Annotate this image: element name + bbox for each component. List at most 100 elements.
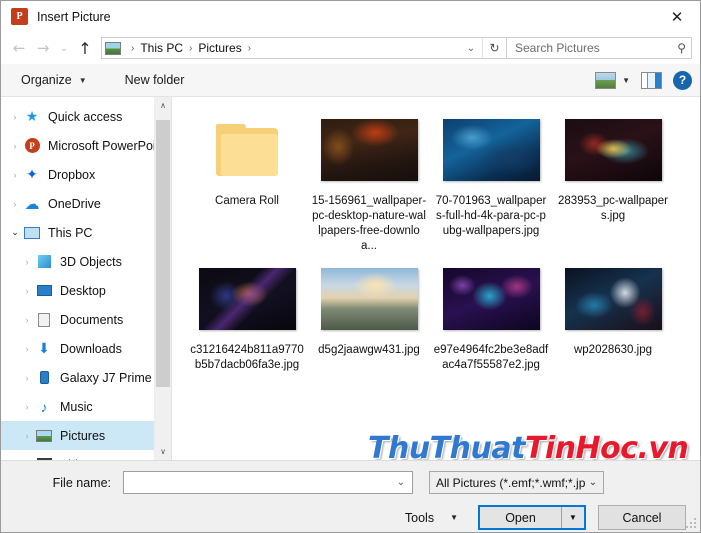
file-thumbnail: [561, 260, 666, 338]
sidebar-item-quick-access[interactable]: › ★ Quick access: [1, 102, 171, 131]
3d-objects-icon: [35, 254, 53, 270]
file-name-label: e97e4964fc2be3e8adfac4a7f55587e2.jpg: [433, 344, 549, 371]
sidebar-scrollbar[interactable]: ∧ ∨: [154, 97, 171, 460]
downloads-icon: ⬇: [38, 340, 50, 356]
file-type-dropdown[interactable]: All Pictures (*.emf;*.wmf;*.jpg;* ⌄: [429, 471, 604, 494]
chevron-right-icon[interactable]: ›: [7, 199, 23, 209]
sidebar-item-label: Documents: [60, 312, 124, 327]
back-button[interactable]: ←: [7, 36, 31, 60]
list-item[interactable]: wp2028630.jpg: [552, 260, 674, 373]
file-name-input[interactable]: ⌄: [123, 471, 413, 494]
chevron-right-icon[interactable]: ›: [19, 257, 35, 267]
chevron-right-icon[interactable]: ›: [19, 431, 35, 441]
search-icon: ⚲: [677, 41, 686, 55]
new-folder-button[interactable]: New folder: [119, 70, 191, 90]
change-view-icon[interactable]: [595, 71, 617, 89]
breadcrumb-item-pictures[interactable]: Pictures: [198, 41, 241, 55]
chevron-right-icon[interactable]: ›: [19, 315, 35, 325]
pictures-icon: [105, 41, 121, 55]
sidebar-item-music[interactable]: › ♪ Music: [1, 392, 171, 421]
chevron-right-icon[interactable]: ›: [19, 373, 35, 383]
sidebar-item-label: Pictures: [60, 428, 106, 443]
close-button[interactable]: ✕: [654, 1, 700, 32]
sidebar-item-pictures[interactable]: › Pictures: [1, 421, 171, 450]
list-item[interactable]: Camera Roll: [186, 111, 308, 254]
file-list[interactable]: Camera Roll 15-156961_wallpaper-pc-deskt…: [172, 97, 700, 460]
list-item[interactable]: 283953_pc-wallpapers.jpg: [552, 111, 674, 254]
sidebar-item-desktop[interactable]: › Desktop: [1, 276, 171, 305]
scrollbar-thumb[interactable]: [156, 120, 170, 387]
sidebar-item-this-pc[interactable]: ⌄ This PC: [1, 218, 171, 247]
list-item[interactable]: 15-156961_wallpaper-pc-desktop-nature-wa…: [308, 111, 430, 254]
sidebar-item-label: Quick access: [48, 109, 123, 124]
refresh-icon[interactable]: ↻: [482, 38, 506, 58]
chevron-right-icon[interactable]: ›: [19, 344, 35, 354]
file-name-label: 15-156961_wallpaper-pc-desktop-nature-wa…: [311, 195, 427, 252]
list-item[interactable]: d5g2jaawgw431.jpg: [308, 260, 430, 373]
chevron-down-icon[interactable]: ⌄: [392, 477, 410, 488]
list-item[interactable]: 70-701963_wallpapers-full-hd-4k-para-pc-…: [430, 111, 552, 254]
file-thumbnail: [439, 260, 544, 338]
resize-grip[interactable]: [685, 518, 697, 530]
sidebar-item-label: Microsoft PowerPoint: [48, 138, 167, 153]
sidebar-item-microsoft-powerpoint[interactable]: › P Microsoft PowerPoint: [1, 131, 171, 160]
sidebar-item-label: 3D Objects: [60, 254, 122, 269]
sidebar-item-downloads[interactable]: › ⬇ Downloads: [1, 334, 171, 363]
help-icon[interactable]: ?: [673, 70, 692, 90]
file-name-label: Camera Roll: [215, 195, 279, 207]
recent-locations-button[interactable]: ⌄: [55, 36, 73, 60]
onedrive-icon: ☁: [24, 195, 40, 213]
sidebar-item-videos[interactable]: › Videos: [1, 450, 171, 460]
watermark-part-1: ThuThuat: [368, 431, 525, 460]
search-placeholder: Search Pictures: [515, 41, 600, 55]
list-item[interactable]: c31216424b811a9770b5b7dacb06fa3e.jpg: [186, 260, 308, 373]
chevron-right-icon[interactable]: ›: [19, 402, 35, 412]
sidebar-item-label: OneDrive: [48, 196, 101, 211]
sidebar-item-label: Music: [60, 399, 93, 414]
tools-button[interactable]: Tools ▼: [405, 511, 458, 525]
list-item[interactable]: e97e4964fc2be3e8adfac4a7f55587e2.jpg: [430, 260, 552, 373]
sidebar-item-galaxy-j7-prime[interactable]: › Galaxy J7 Prime: [1, 363, 171, 392]
navigation-pane: › ★ Quick access › P Microsoft PowerPoin…: [1, 97, 171, 460]
search-input[interactable]: Search Pictures ⚲: [507, 37, 692, 59]
up-button[interactable]: ↑: [73, 36, 97, 60]
open-split-button[interactable]: Open ▼: [478, 505, 586, 530]
sidebar-item-dropbox[interactable]: › ✦ Dropbox: [1, 160, 171, 189]
scroll-down-icon[interactable]: ∨: [155, 443, 171, 460]
open-button[interactable]: Open: [480, 507, 562, 528]
forward-button[interactable]: →: [31, 36, 55, 60]
command-bar-right: ▼ ?: [595, 70, 692, 90]
footer-row-buttons: Tools ▼ Open ▼ Cancel: [15, 505, 686, 530]
chevron-right-icon[interactable]: ›: [7, 170, 23, 180]
chevron-right-icon[interactable]: ›: [19, 286, 35, 296]
chevron-right-icon[interactable]: ›: [7, 141, 23, 151]
sidebar-item-documents[interactable]: › Documents: [1, 305, 171, 334]
breadcrumb-separator: ›: [247, 42, 252, 54]
file-name-field-label: File name:: [52, 475, 111, 490]
chevron-right-icon[interactable]: ›: [7, 112, 23, 122]
open-dropdown-button[interactable]: ▼: [562, 507, 584, 528]
chevron-down-icon[interactable]: ⌄: [7, 227, 23, 238]
organize-label: Organize: [21, 73, 72, 87]
breadcrumb[interactable]: › This PC › Pictures › ⌄ ↻: [101, 37, 507, 59]
tools-label: Tools: [404, 510, 435, 525]
cancel-button[interactable]: Cancel: [598, 505, 686, 530]
documents-icon: [35, 312, 53, 328]
star-icon: ★: [25, 108, 39, 124]
chevron-down-icon[interactable]: ▼: [619, 76, 638, 85]
chevron-down-icon[interactable]: ⌄: [460, 38, 482, 58]
phone-icon: [35, 370, 53, 386]
title-bar: P Insert Picture ✕: [1, 1, 700, 32]
preview-pane-icon[interactable]: [641, 71, 662, 89]
breadcrumb-item-this-pc[interactable]: This PC: [140, 41, 183, 55]
sidebar-item-label: Downloads: [60, 341, 122, 356]
powerpoint-icon: P: [11, 8, 28, 25]
organize-button[interactable]: Organize ▼: [15, 70, 93, 90]
sidebar-item-3d-objects[interactable]: › 3D Objects: [1, 247, 171, 276]
sidebar-item-onedrive[interactable]: › ☁ OneDrive: [1, 189, 171, 218]
file-thumbnail: [439, 111, 544, 189]
dropbox-icon: ✦: [26, 166, 38, 182]
file-name-label: d5g2jaawgw431.jpg: [318, 344, 420, 356]
scroll-up-icon[interactable]: ∧: [155, 97, 171, 114]
chevron-down-icon: ▼: [450, 513, 458, 522]
